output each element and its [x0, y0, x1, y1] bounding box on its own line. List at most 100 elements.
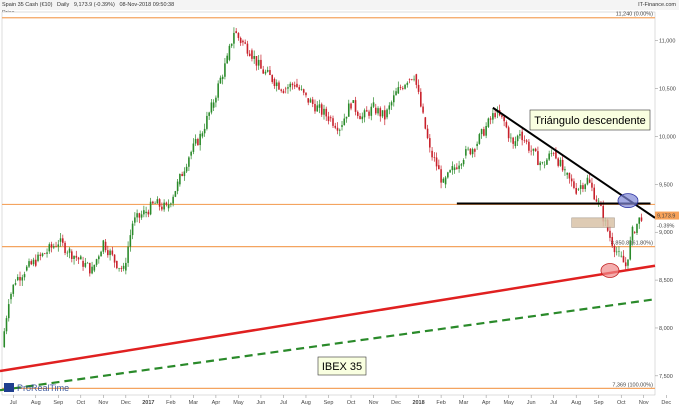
- candle-body: [291, 83, 294, 86]
- y-tick-label: 11,000: [659, 39, 675, 45]
- x-tick-label: Nov: [369, 400, 379, 406]
- candle-body: [492, 113, 494, 120]
- candle-body: [552, 153, 555, 154]
- candle-body: [215, 97, 217, 103]
- candle-body: [426, 128, 429, 139]
- candle-body: [582, 185, 584, 190]
- candle-body: [444, 177, 447, 185]
- x-tick-label: 2017: [142, 400, 154, 406]
- x-tick-label: Nov: [639, 400, 649, 406]
- candle-body: [329, 117, 332, 119]
- candle-body: [402, 87, 404, 89]
- candle-body: [80, 256, 82, 260]
- candle-body: [469, 148, 472, 155]
- candle-body: [201, 133, 204, 137]
- x-tick-label: Sep: [594, 400, 604, 406]
- candle-body: [487, 118, 490, 127]
- candle-body: [282, 90, 285, 94]
- candle-body: [266, 70, 269, 72]
- candle-body: [347, 103, 350, 117]
- candle-body: [293, 85, 296, 87]
- candle-body: [197, 139, 199, 146]
- candle-body: [246, 43, 249, 54]
- candle-body: [156, 199, 159, 204]
- candle-body: [185, 166, 188, 172]
- candle-body: [636, 223, 638, 233]
- x-tick-label: Apr: [212, 400, 221, 406]
- candle-body: [334, 125, 337, 128]
- candle-body: [638, 217, 641, 224]
- candle-body: [152, 201, 154, 204]
- candle-body: [242, 40, 244, 43]
- candle-body: [501, 115, 503, 117]
- candle-body: [167, 204, 170, 209]
- candle-body: [588, 179, 591, 183]
- candle-body: [158, 199, 161, 207]
- candle-body: [354, 100, 357, 112]
- candle-body: [440, 169, 442, 183]
- candle-body: [485, 125, 487, 136]
- y-tick-label: 8,500: [659, 278, 673, 284]
- candle-body: [462, 159, 465, 165]
- candle-body: [253, 56, 255, 59]
- candle-body: [102, 240, 105, 252]
- candle-body: [25, 266, 28, 271]
- candle-body: [519, 134, 521, 136]
- candle-body: [530, 150, 532, 152]
- candle-body: [537, 151, 539, 166]
- candle-body: [505, 122, 508, 128]
- candle-body: [390, 102, 393, 106]
- candle-body: [71, 251, 73, 259]
- candle-body: [16, 277, 19, 281]
- candle-body: [116, 260, 118, 269]
- index-label: IBEX 35: [317, 356, 367, 376]
- candle-body: [271, 75, 274, 82]
- candle-body: [483, 129, 485, 136]
- candle-body: [395, 91, 397, 96]
- candle-body: [170, 203, 172, 205]
- candle-body: [269, 70, 271, 76]
- candle-body: [420, 91, 422, 107]
- candle-body: [512, 137, 514, 144]
- candle-body: [503, 116, 505, 122]
- candle-body: [514, 141, 517, 147]
- x-tick-label: Jun: [527, 400, 536, 406]
- candle-body: [615, 251, 618, 253]
- candle-body: [539, 162, 541, 166]
- candle-body: [609, 230, 611, 238]
- index-label-text: IBEX 35: [322, 361, 362, 373]
- candle-body: [163, 202, 165, 210]
- candle-body: [194, 139, 197, 144]
- candle-body: [541, 162, 544, 163]
- x-tick-label: Apr: [482, 400, 491, 406]
- candle-body: [127, 246, 129, 263]
- level-label: 11,240 (0.00%): [616, 12, 653, 18]
- candle-body: [435, 157, 438, 167]
- candle-body: [316, 105, 319, 112]
- x-tick-label: Aug: [571, 400, 581, 406]
- candle-body: [458, 165, 460, 169]
- candle-body: [161, 206, 163, 210]
- x-tick-label: Mar: [459, 400, 469, 406]
- level-label: 7,369 (100.00%): [612, 382, 653, 388]
- candle-body: [264, 71, 267, 74]
- candle-body: [318, 104, 321, 108]
- candle-body: [521, 131, 523, 141]
- candle-body: [332, 118, 334, 126]
- candle-body: [233, 32, 235, 44]
- candle-body: [91, 266, 93, 274]
- candle-body: [84, 262, 87, 267]
- candle-body: [399, 87, 402, 88]
- candle-body: [210, 102, 213, 113]
- candle-body: [251, 50, 253, 59]
- candle-body: [424, 117, 427, 129]
- candle-body: [314, 103, 316, 112]
- candle-body: [447, 172, 449, 178]
- candle-body: [359, 115, 361, 120]
- candle-body: [262, 69, 264, 74]
- candle-body: [296, 83, 298, 88]
- candle-body: [183, 171, 186, 177]
- candle-body: [489, 118, 492, 120]
- candle-body: [284, 88, 287, 90]
- x-tick-label: Jun: [257, 400, 266, 406]
